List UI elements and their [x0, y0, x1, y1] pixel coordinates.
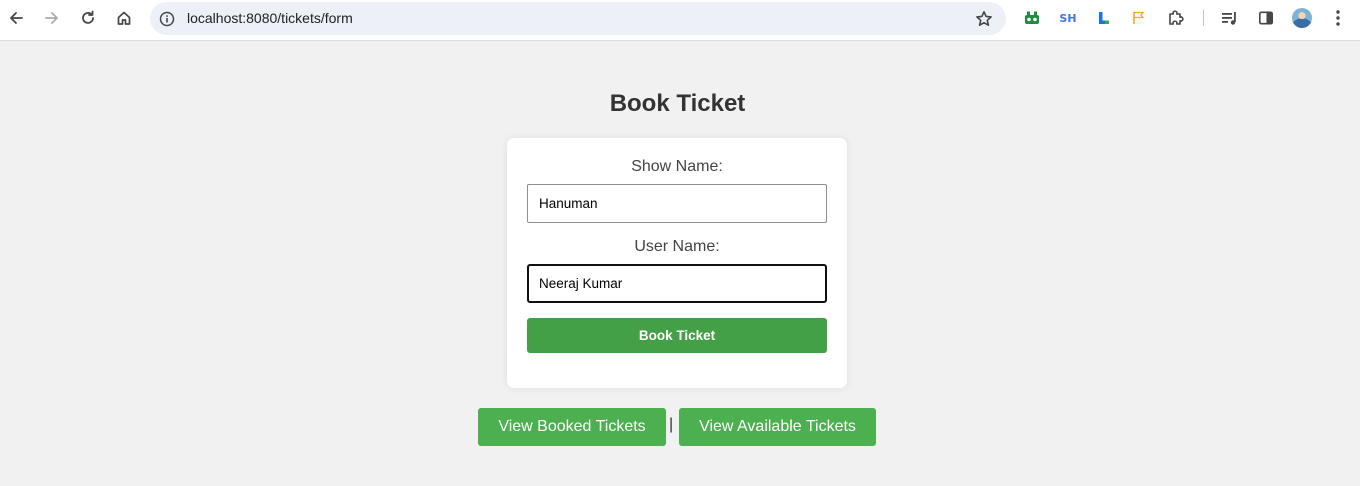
address-bar[interactable]: localhost:8080/tickets/form — [150, 2, 1006, 35]
page-title: Book Ticket — [609, 90, 746, 117]
site-info-icon[interactable] — [158, 10, 176, 28]
home-button[interactable] — [112, 6, 136, 30]
reload-icon — [82, 10, 94, 24]
links-separator: | — [669, 416, 674, 433]
arrow-left-icon — [10, 12, 23, 24]
forward-button[interactable] — [40, 6, 64, 30]
menu-kebab-icon[interactable] — [1327, 7, 1349, 29]
show-name-input[interactable] — [527, 184, 827, 223]
show-name-label: Show Name: — [631, 158, 723, 175]
user-name-input[interactable] — [527, 264, 827, 303]
reload-button[interactable] — [76, 6, 100, 30]
home-icon — [117, 11, 131, 25]
view-available-tickets-button[interactable]: View Available Tickets — [679, 408, 876, 446]
booking-form-card: Show Name: User Name: Book Ticket — [507, 138, 847, 388]
view-booked-tickets-button[interactable]: View Booked Tickets — [478, 408, 666, 446]
toolbar-separator — [1203, 10, 1204, 26]
extensions-puzzle-icon[interactable] — [1165, 7, 1187, 29]
address-url[interactable]: localhost:8080/tickets/form — [187, 10, 353, 26]
sh-extension-icon[interactable]: SH — [1057, 7, 1079, 29]
user-name-label: User Name: — [634, 238, 720, 255]
side-panel-icon[interactable] — [1255, 7, 1277, 29]
gear-robot-extension-icon[interactable] — [1021, 7, 1043, 29]
arrow-right-icon — [45, 12, 58, 24]
profile-avatar[interactable] — [1292, 8, 1312, 28]
browser-toolbar: localhost:8080/tickets/form SH — [0, 0, 1360, 41]
back-button[interactable] — [4, 6, 28, 30]
media-controls-icon[interactable] — [1219, 7, 1241, 29]
sh-extension-label: SH — [1059, 11, 1077, 25]
l-extension-icon[interactable] — [1093, 7, 1115, 29]
flag-extension-icon[interactable] — [1128, 7, 1150, 29]
book-ticket-button[interactable]: Book Ticket — [527, 318, 827, 353]
bookmark-star-icon[interactable] — [974, 9, 994, 29]
